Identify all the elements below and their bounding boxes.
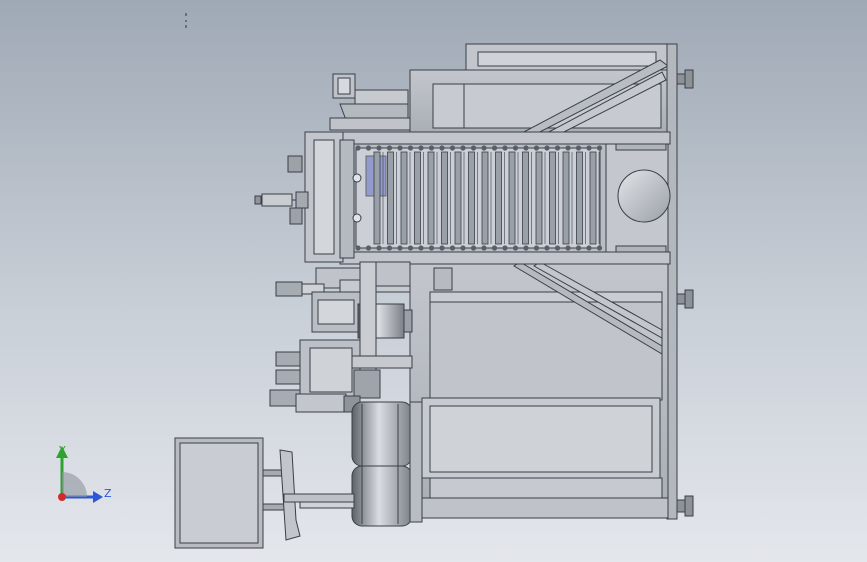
chain-link bbox=[502, 145, 508, 151]
conveyor-slat bbox=[535, 151, 543, 245]
chain-link bbox=[418, 145, 424, 151]
chain-link bbox=[596, 145, 603, 151]
conveyor-slat bbox=[481, 151, 489, 245]
chain-link bbox=[407, 145, 414, 151]
z-axis-label: Z bbox=[104, 487, 112, 500]
main-frame bbox=[409, 43, 694, 520]
chain-link bbox=[439, 145, 445, 151]
conveyor-slat bbox=[589, 151, 597, 245]
chain-link bbox=[481, 145, 487, 151]
triad-quadrant bbox=[62, 472, 87, 497]
chain-link bbox=[449, 145, 456, 151]
chain-link bbox=[544, 145, 550, 151]
chain-link bbox=[397, 145, 403, 151]
chain-link bbox=[512, 145, 519, 151]
chain-link bbox=[428, 145, 435, 151]
chain-link bbox=[418, 245, 424, 251]
chain-link bbox=[502, 245, 508, 251]
chain-link bbox=[523, 145, 529, 151]
y-axis-label: Y bbox=[58, 444, 66, 457]
conveyor-slat bbox=[414, 151, 421, 245]
conveyor-slat bbox=[441, 151, 448, 245]
chain-link bbox=[397, 245, 403, 251]
chain-link bbox=[470, 245, 477, 251]
chain-link bbox=[533, 245, 540, 251]
left-feed-frame bbox=[254, 131, 362, 263]
conveyor-slat bbox=[373, 151, 381, 245]
axis-triad: Y Z bbox=[56, 444, 112, 503]
conveyor-slat bbox=[522, 151, 529, 245]
chain-link bbox=[554, 245, 561, 251]
conveyor-slat bbox=[427, 151, 435, 245]
chain-link bbox=[491, 145, 498, 151]
chain-link bbox=[428, 245, 435, 251]
right-knob-top bbox=[676, 69, 694, 89]
roller-drums bbox=[351, 401, 423, 527]
conveyor-slat bbox=[495, 151, 502, 245]
chain-link bbox=[533, 145, 540, 151]
conveyor-slat bbox=[400, 151, 408, 245]
chain-link bbox=[355, 145, 361, 151]
chain-link bbox=[586, 145, 592, 151]
chain-link bbox=[565, 145, 571, 151]
cad-viewport[interactable]: Y Z bbox=[0, 0, 867, 562]
conveyor-slat bbox=[387, 151, 394, 245]
chain-link bbox=[439, 245, 445, 251]
chain-link bbox=[355, 245, 361, 251]
chain-link bbox=[365, 245, 372, 251]
chain-link bbox=[575, 145, 582, 151]
chain-link bbox=[523, 245, 529, 251]
origin-dot bbox=[58, 493, 66, 501]
chain-link bbox=[544, 245, 550, 251]
drive-sprocket bbox=[605, 143, 671, 253]
chain-link bbox=[407, 245, 414, 251]
chain-link bbox=[470, 145, 477, 151]
top-motor bbox=[329, 73, 411, 131]
conveyor-slat bbox=[576, 151, 583, 245]
middle-mechanism bbox=[269, 261, 413, 413]
chain-link bbox=[512, 245, 519, 251]
chain-link bbox=[376, 245, 382, 251]
z-axis-head bbox=[93, 491, 103, 503]
chain-link bbox=[460, 145, 466, 151]
conveyor-slat bbox=[549, 151, 556, 245]
conveyor-slat bbox=[508, 151, 516, 245]
control-panel-stand bbox=[174, 437, 355, 549]
chain-link bbox=[386, 245, 393, 251]
chain-link bbox=[586, 245, 592, 251]
conveyor-slat bbox=[454, 151, 462, 245]
chain-link bbox=[565, 245, 571, 251]
right-knob-mid bbox=[676, 289, 694, 309]
chain-link bbox=[376, 145, 382, 151]
chain-link bbox=[481, 245, 487, 251]
right-knob-bottom bbox=[676, 495, 694, 517]
chain-link bbox=[365, 145, 372, 151]
conveyor-slat bbox=[468, 151, 475, 245]
chain-link bbox=[554, 145, 561, 151]
chain-link bbox=[386, 145, 393, 151]
chain-link bbox=[460, 245, 466, 251]
chain-link bbox=[491, 245, 498, 251]
chain-link bbox=[575, 245, 582, 251]
conveyor-slat bbox=[562, 151, 570, 245]
chain-link bbox=[596, 245, 603, 251]
chain-link bbox=[449, 245, 456, 251]
